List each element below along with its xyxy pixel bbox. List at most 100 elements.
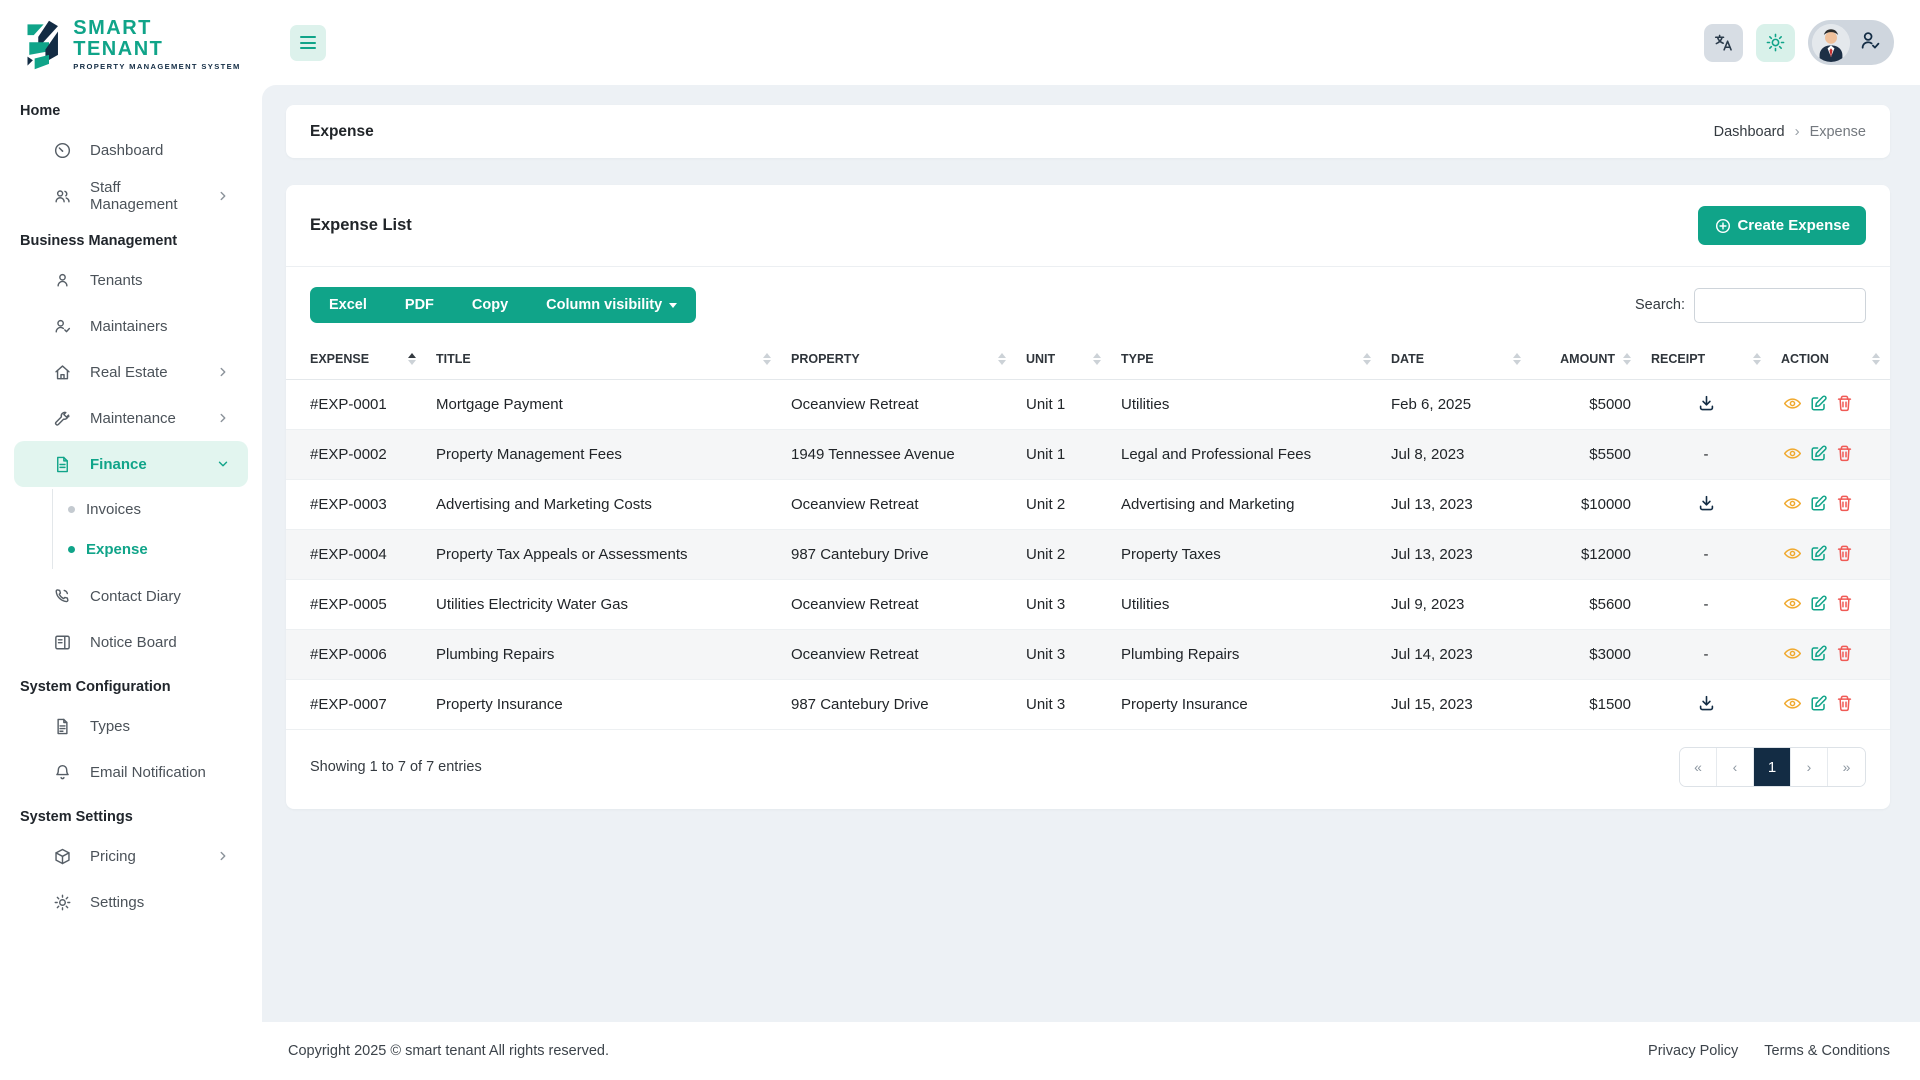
edit-icon <box>1811 595 1827 611</box>
cell-action <box>1771 629 1890 680</box>
cell-unit: Unit 3 <box>1016 629 1111 680</box>
sort-arrows-icon <box>1623 353 1631 365</box>
edit-button[interactable] <box>1807 392 1830 415</box>
delete-button[interactable] <box>1833 592 1856 615</box>
profile-menu[interactable] <box>1808 20 1894 65</box>
download-receipt-button[interactable] <box>1695 492 1718 515</box>
column-header-unit[interactable]: UNIT <box>1016 339 1111 380</box>
column-header-title[interactable]: TITLE <box>426 339 781 380</box>
edit-button[interactable] <box>1807 592 1830 615</box>
column-header-date[interactable]: DATE <box>1381 339 1531 380</box>
delete-button[interactable] <box>1833 392 1856 415</box>
download-receipt-button[interactable] <box>1695 692 1718 715</box>
trash-icon <box>1837 595 1852 612</box>
excel-export-button[interactable]: Excel <box>310 287 386 323</box>
pagination-last-button[interactable]: » <box>1828 748 1865 786</box>
table-summary: Showing 1 to 7 of 7 entries <box>310 759 482 775</box>
delete-button[interactable] <box>1833 542 1856 565</box>
cell-property: 987 Cantebury Drive <box>781 529 1016 580</box>
cell-title: Advertising and Marketing Costs <box>426 479 781 530</box>
view-button[interactable] <box>1781 492 1804 515</box>
sidebar-item-contact-diary[interactable]: Contact Diary <box>14 573 248 619</box>
breadcrumb-current: Expense <box>1809 123 1866 140</box>
pagination-first-button[interactable]: « <box>1680 748 1717 786</box>
cell-date: Jul 13, 2023 <box>1381 529 1531 580</box>
edit-button[interactable] <box>1807 492 1830 515</box>
nav-section-label-business-management: Business Management <box>20 233 178 249</box>
sidebar-item-maintainers[interactable]: Maintainers <box>14 303 248 349</box>
edit-button[interactable] <box>1807 692 1830 715</box>
pdf-export-button[interactable]: PDF <box>386 287 453 323</box>
edit-button[interactable] <box>1807 442 1830 465</box>
view-button[interactable] <box>1781 642 1804 665</box>
pagination-previous-button[interactable]: ‹ <box>1717 748 1754 786</box>
download-receipt-button[interactable] <box>1695 392 1718 415</box>
translate-button[interactable] <box>1704 23 1743 62</box>
sidebar-item-tenants[interactable]: Tenants <box>14 257 248 303</box>
sidebar-item-finance[interactable]: Finance <box>14 441 248 487</box>
search-input[interactable] <box>1694 287 1866 323</box>
terms-conditions-link[interactable]: Terms & Conditions <box>1764 1043 1890 1059</box>
cell-unit: Unit 1 <box>1016 379 1111 430</box>
cell-expense-id: #EXP-0007 <box>286 679 426 730</box>
delete-button[interactable] <box>1833 492 1856 515</box>
column-visibility-button[interactable]: Column visibility <box>527 287 696 323</box>
sidebar-item-maintenance[interactable]: Maintenance <box>14 395 248 441</box>
delete-button[interactable] <box>1833 442 1856 465</box>
sidebar-nav: Home Dashboard Staff Management Business Ma… <box>0 85 262 929</box>
create-expense-button[interactable]: Create Expense <box>1698 206 1866 245</box>
expense-list-card: Expense List Create Expense Excel PDF Copy… <box>286 185 1890 809</box>
sidebar-item-email-notification[interactable]: Email Notification <box>14 749 248 795</box>
chevron-right-icon <box>216 849 230 863</box>
column-header-expense[interactable]: EXPENSE <box>286 339 426 380</box>
cell-amount: $5500 <box>1531 429 1641 480</box>
sidebar-item-pricing[interactable]: Pricing <box>14 833 248 879</box>
column-header-amount[interactable]: AMOUNT <box>1531 339 1641 380</box>
cell-receipt: - <box>1641 579 1771 630</box>
hamburger-menu-button[interactable] <box>290 24 326 61</box>
sidebar-item-label: Maintenance <box>90 409 176 427</box>
column-header-type[interactable]: TYPE <box>1111 339 1381 380</box>
pagination-page-1-button[interactable]: 1 <box>1754 748 1791 786</box>
sort-arrows-icon <box>1093 353 1101 365</box>
edit-icon <box>1811 495 1827 511</box>
table-toolbar: Excel PDF Copy Column visibility Search: <box>286 267 1890 339</box>
sort-arrows-icon <box>763 353 771 365</box>
table-row: #EXP-0002 Property Management Fees 1949 Te… <box>286 429 1890 480</box>
edit-button[interactable] <box>1807 542 1830 565</box>
column-header-property[interactable]: PROPERTY <box>781 339 1016 380</box>
privacy-policy-link[interactable]: Privacy Policy <box>1648 1043 1738 1059</box>
column-header-receipt[interactable]: RECEIPT <box>1641 339 1771 380</box>
cell-amount: $5600 <box>1531 579 1641 630</box>
chevron-down-icon <box>669 302 678 308</box>
user-check-icon <box>1859 29 1881 56</box>
trash-icon <box>1837 645 1852 662</box>
sidebar-item-notice-board[interactable]: Notice Board <box>14 619 248 665</box>
view-button[interactable] <box>1781 542 1804 565</box>
cell-date: Feb 6, 2025 <box>1381 379 1531 430</box>
delete-button[interactable] <box>1833 642 1856 665</box>
breadcrumb-dashboard-link[interactable]: Dashboard <box>1714 124 1785 140</box>
sidebar-item-dashboard[interactable]: Dashboard <box>14 127 248 173</box>
sidebar-item-label: Types <box>90 717 131 735</box>
pagination-next-button[interactable]: › <box>1791 748 1828 786</box>
sidebar-subitem-invoices[interactable]: Invoices <box>53 489 262 529</box>
sidebar-item-real-estate[interactable]: Real Estate <box>14 349 248 395</box>
sidebar-item-types[interactable]: Types <box>14 703 248 749</box>
table-row: #EXP-0007 Property Insurance 987 Cantebury… <box>286 679 1890 730</box>
view-button[interactable] <box>1781 442 1804 465</box>
breadcrumb: Dashboard › Expense <box>1714 123 1866 140</box>
delete-button[interactable] <box>1833 692 1856 715</box>
view-button[interactable] <box>1781 592 1804 615</box>
column-header-action[interactable]: ACTION <box>1771 339 1890 380</box>
trash-icon <box>1837 495 1852 512</box>
edit-icon <box>1811 395 1827 411</box>
edit-button[interactable] <box>1807 642 1830 665</box>
sidebar-subitem-expense[interactable]: Expense <box>53 529 262 569</box>
view-button[interactable] <box>1781 392 1804 415</box>
view-button[interactable] <box>1781 692 1804 715</box>
copy-export-button[interactable]: Copy <box>453 287 527 323</box>
settings-topbar-button[interactable] <box>1756 23 1795 62</box>
sidebar-item-settings[interactable]: Settings <box>14 879 248 925</box>
sidebar-item-staff-management[interactable]: Staff Management <box>14 173 248 219</box>
